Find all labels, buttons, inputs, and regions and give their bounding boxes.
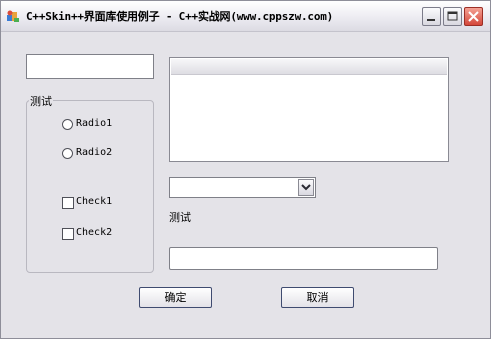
combo-box[interactable] xyxy=(169,177,316,198)
title-bar[interactable]: C++Skin++界面库使用例子 - C++实战网(www.cppszw.com… xyxy=(1,1,490,32)
cancel-button[interactable]: 取消 xyxy=(281,287,354,308)
minimize-button[interactable] xyxy=(422,7,441,26)
radio2-label[interactable]: Radio2 xyxy=(76,147,112,158)
bottom-edit-field[interactable] xyxy=(169,247,438,270)
check1-label[interactable]: Check1 xyxy=(76,196,112,207)
maximize-icon xyxy=(447,11,458,21)
list-header[interactable] xyxy=(171,59,447,75)
close-icon xyxy=(468,11,479,22)
close-button[interactable] xyxy=(464,7,483,26)
top-edit-field[interactable] xyxy=(26,54,154,79)
group-box-label: 测试 xyxy=(29,93,53,109)
ok-button[interactable]: 确定 xyxy=(139,287,212,308)
static-label: 测试 xyxy=(169,211,191,224)
combo-dropdown-button[interactable] xyxy=(298,179,314,196)
maximize-button[interactable] xyxy=(443,7,462,26)
check2-box[interactable] xyxy=(62,228,74,240)
check2-label[interactable]: Check2 xyxy=(76,227,112,238)
check1-box[interactable] xyxy=(62,197,74,209)
chevron-down-icon xyxy=(301,184,311,191)
app-icon[interactable] xyxy=(6,9,20,23)
main-window: C++Skin++界面库使用例子 - C++实战网(www.cppszw.com… xyxy=(0,0,491,339)
list-view[interactable] xyxy=(169,57,449,162)
window-title: C++Skin++界面库使用例子 - C++实战网(www.cppszw.com… xyxy=(26,10,334,23)
radio2-button[interactable] xyxy=(62,148,73,159)
radio1-label[interactable]: Radio1 xyxy=(76,118,112,129)
radio1-button[interactable] xyxy=(62,119,73,130)
minimize-icon xyxy=(427,19,435,21)
